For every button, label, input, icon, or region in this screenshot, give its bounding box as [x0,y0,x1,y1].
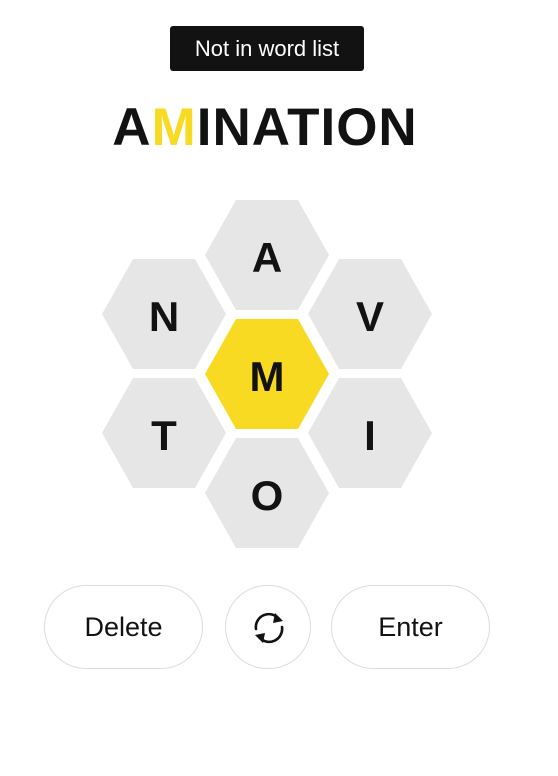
hive-cell-upper-left[interactable]: N [102,259,226,369]
hive-cell-letter: N [149,293,179,340]
hive-cell-letter: V [356,293,384,340]
hive-cell-top[interactable]: A [205,200,329,310]
shuffle-button[interactable] [225,585,311,669]
toast-message: Not in word list [170,26,364,71]
hive-cell-letter: O [251,472,284,519]
input-letter: O [336,98,379,157]
hive-cell-center[interactable]: M [205,319,329,429]
input-letter: N [212,98,252,157]
hive-cell-lower-left[interactable]: T [102,378,226,488]
input-letter: I [196,98,213,157]
input-letter: N [378,98,418,157]
hive-cell-bottom[interactable]: O [205,438,329,548]
input-letter-center: M [151,98,197,157]
input-letter: A [112,98,152,157]
hive-cell-lower-right[interactable]: I [308,378,432,488]
delete-button[interactable]: Delete [44,585,203,669]
input-letter: T [287,98,321,157]
hive-cell-letter-center: M [250,353,285,400]
input-letter: I [320,98,337,157]
shuffle-icon [254,612,284,644]
current-word-input: AMINATION [0,96,530,160]
input-letter: A [251,98,288,157]
hive-cell-letter: A [252,234,282,281]
hive-cell-upper-right[interactable]: V [308,259,432,369]
hive-cell-letter: T [151,412,177,459]
enter-button[interactable]: Enter [331,585,490,669]
hive-cell-letter: I [364,412,376,459]
